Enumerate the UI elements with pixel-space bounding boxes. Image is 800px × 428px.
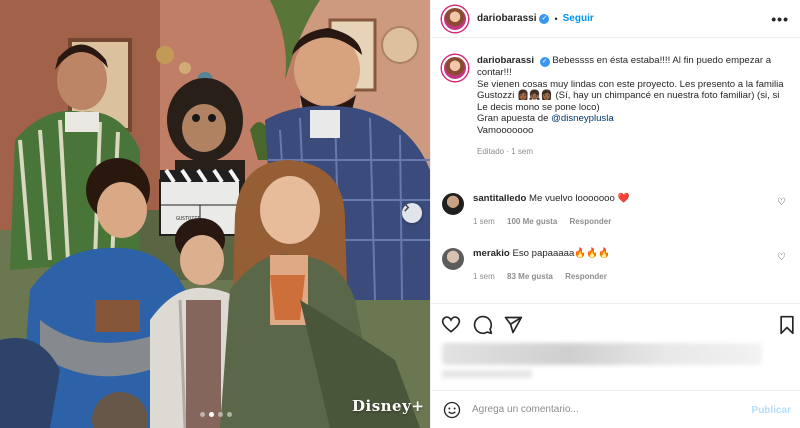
caption-line-3: Gran apuesta de: [477, 113, 552, 124]
commenter-username[interactable]: santitalledo: [473, 193, 526, 204]
like-heart-icon[interactable]: [441, 315, 461, 335]
carousel-next-button[interactable]: [402, 203, 422, 223]
like-comment-heart-icon[interactable]: ♡: [777, 197, 786, 208]
more-options-icon[interactable]: •••: [771, 11, 789, 27]
comment-time: 1 sem: [473, 217, 495, 226]
post-actions-bar: [431, 303, 800, 343]
comment-likes[interactable]: 100 Me gusta: [507, 217, 557, 226]
comment-body: merakio Eso papaaaaa🔥🔥🔥 1 sem 83 Me gust…: [473, 248, 610, 283]
verified-badge-icon: ✓: [539, 57, 550, 67]
clapboard-text: GUSTOZZI: [176, 216, 201, 222]
author-username[interactable]: dariobarassi: [477, 13, 536, 24]
comment-item: merakio Eso papaaaaa🔥🔥🔥 1 sem 83 Me gust…: [442, 248, 792, 283]
like-comment-heart-icon[interactable]: ♡: [777, 252, 786, 263]
comment-text: Me vuelvo looooooo ❤️: [528, 193, 630, 204]
comments-section: dariobarassi ✓ Bebessss en ésta estaba!!…: [431, 38, 800, 303]
commenter-avatar[interactable]: [442, 193, 464, 215]
comment-item: santitalledo Me vuelvo looooooo ❤️ 1 sem…: [442, 193, 792, 228]
follow-button[interactable]: Seguir: [563, 13, 594, 24]
post-date-blurred: [442, 370, 532, 378]
emoji-icon[interactable]: [443, 401, 461, 419]
publish-button[interactable]: Publicar: [752, 405, 791, 416]
reply-button[interactable]: Responder: [565, 272, 607, 281]
carousel-indicator: [200, 412, 232, 417]
caption-username[interactable]: dariobarassi: [477, 55, 534, 66]
post-header: dariobarassi ✓ • Seguir •••: [431, 0, 800, 38]
reply-button[interactable]: Responder: [570, 217, 612, 226]
comment-time: 1 sem: [473, 272, 495, 281]
caption-line-2: Se vienen cosas muy lindas con este proy…: [477, 78, 784, 113]
add-comment-bar: Publicar: [431, 390, 800, 428]
caption-body: dariobarassi ✓ Bebessss en ésta estaba!!…: [477, 55, 787, 158]
carousel-dot-active: [209, 412, 214, 417]
comment-body: santitalledo Me vuelvo looooooo ❤️ 1 sem…: [473, 193, 629, 228]
carousel-dot: [218, 412, 223, 417]
save-bookmark-icon[interactable]: [777, 315, 797, 335]
carousel-dot: [227, 412, 232, 417]
comment-likes[interactable]: 83 Me gusta: [507, 272, 553, 281]
chevron-right-icon: [404, 203, 410, 212]
comment-meta: 1 sem 100 Me gusta Responder: [473, 216, 629, 228]
verified-badge-icon: ✓: [539, 13, 550, 24]
disney-plus-watermark: Disney+: [352, 397, 425, 415]
separator-dot: •: [554, 13, 558, 24]
caption-meta: Editado · 1 sem: [477, 147, 534, 156]
post-photo: [0, 0, 430, 428]
post-caption: dariobarassi ✓ Bebessss en ésta estaba!!…: [442, 55, 797, 158]
caption-author-avatar[interactable]: [442, 55, 468, 81]
author-avatar[interactable]: [442, 5, 468, 32]
post-side-panel: dariobarassi ✓ • Seguir ••• dariobarassi…: [430, 0, 800, 428]
likes-summary-blurred: [442, 343, 762, 365]
post-media[interactable]: GUSTOZZI Disney+: [0, 0, 430, 428]
share-send-icon[interactable]: [503, 315, 523, 335]
caption-line-4: Vamooooooo: [477, 124, 534, 136]
comment-text: Eso papaaaaa🔥🔥🔥: [512, 248, 611, 259]
comment-input[interactable]: [472, 404, 742, 415]
carousel-dot: [200, 412, 205, 417]
caption-mention-link[interactable]: @disneyplusla: [551, 113, 614, 124]
commenter-username[interactable]: merakio: [473, 248, 510, 259]
commenter-avatar[interactable]: [442, 248, 464, 270]
comment-meta: 1 sem 83 Me gusta Responder: [473, 271, 610, 283]
comment-bubble-icon[interactable]: [473, 315, 493, 335]
